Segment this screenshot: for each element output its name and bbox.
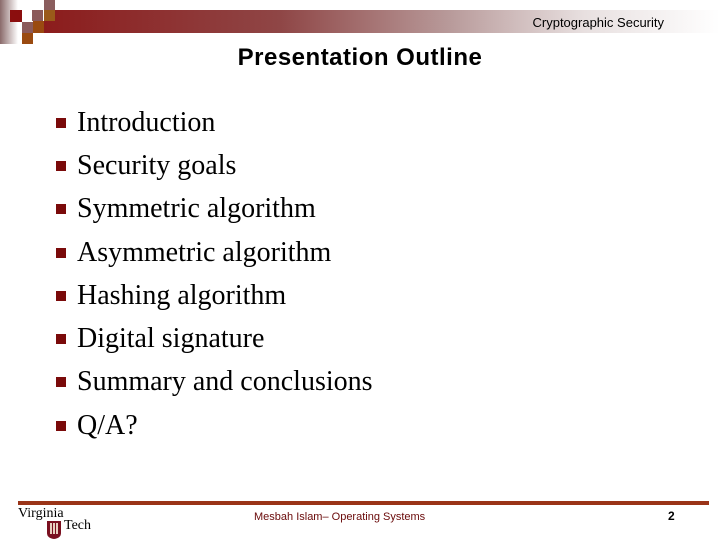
page-number: 2 [668, 509, 675, 523]
decorative-square [44, 0, 55, 10]
logo-text-tech: Tech [64, 518, 92, 533]
virginia-tech-logo: Virginia Tech [16, 506, 96, 540]
outline-item: Summary and conclusions [52, 361, 373, 404]
decorative-square [22, 22, 33, 33]
outline-item: Asymmetric algorithm [52, 231, 373, 274]
square-bullet-icon [56, 204, 66, 215]
square-bullet-icon [56, 377, 66, 388]
square-bullet-icon [56, 247, 66, 258]
outline-item-text: Symmetric algorithm [77, 193, 316, 225]
outline-item: Hashing algorithm [52, 274, 373, 317]
footer-divider [18, 501, 709, 505]
decorative-square [32, 10, 43, 21]
outline-item-text: Security goals [77, 149, 237, 181]
outline-item-text: Hashing algorithm [77, 279, 287, 311]
decorative-square [33, 21, 44, 33]
decorative-square [22, 33, 33, 44]
outline-item-text: Summary and conclusions [77, 366, 373, 398]
outline-item-text: Asymmetric algorithm [77, 236, 332, 268]
outline-list: Introduction Security goals Symmetric al… [52, 101, 373, 447]
footer-author-course: Mesbah Islam– Operating Systems [254, 511, 426, 523]
header-label: Cryptographic Security [532, 15, 665, 30]
square-bullet-icon [56, 160, 66, 171]
outline-item-text: Q/A? [77, 409, 138, 441]
outline-item: Symmetric algorithm [52, 188, 373, 231]
square-bullet-icon [56, 334, 66, 345]
outline-item: Security goals [52, 144, 373, 187]
square-bullet-icon [56, 290, 66, 301]
slide-title: Presentation Outline [237, 44, 483, 71]
square-bullet-icon [56, 420, 66, 431]
outline-item: Introduction [52, 101, 373, 144]
decorative-square [44, 10, 55, 21]
outline-item-text: Introduction [77, 106, 216, 138]
square-bullet-icon [56, 117, 66, 128]
outline-item-text: Digital signature [77, 323, 265, 355]
header-left-fade [0, 0, 18, 44]
shield-icon [47, 521, 61, 539]
outline-item: Q/A? [52, 404, 373, 447]
decorative-square [10, 10, 22, 22]
outline-item: Digital signature [52, 317, 373, 360]
